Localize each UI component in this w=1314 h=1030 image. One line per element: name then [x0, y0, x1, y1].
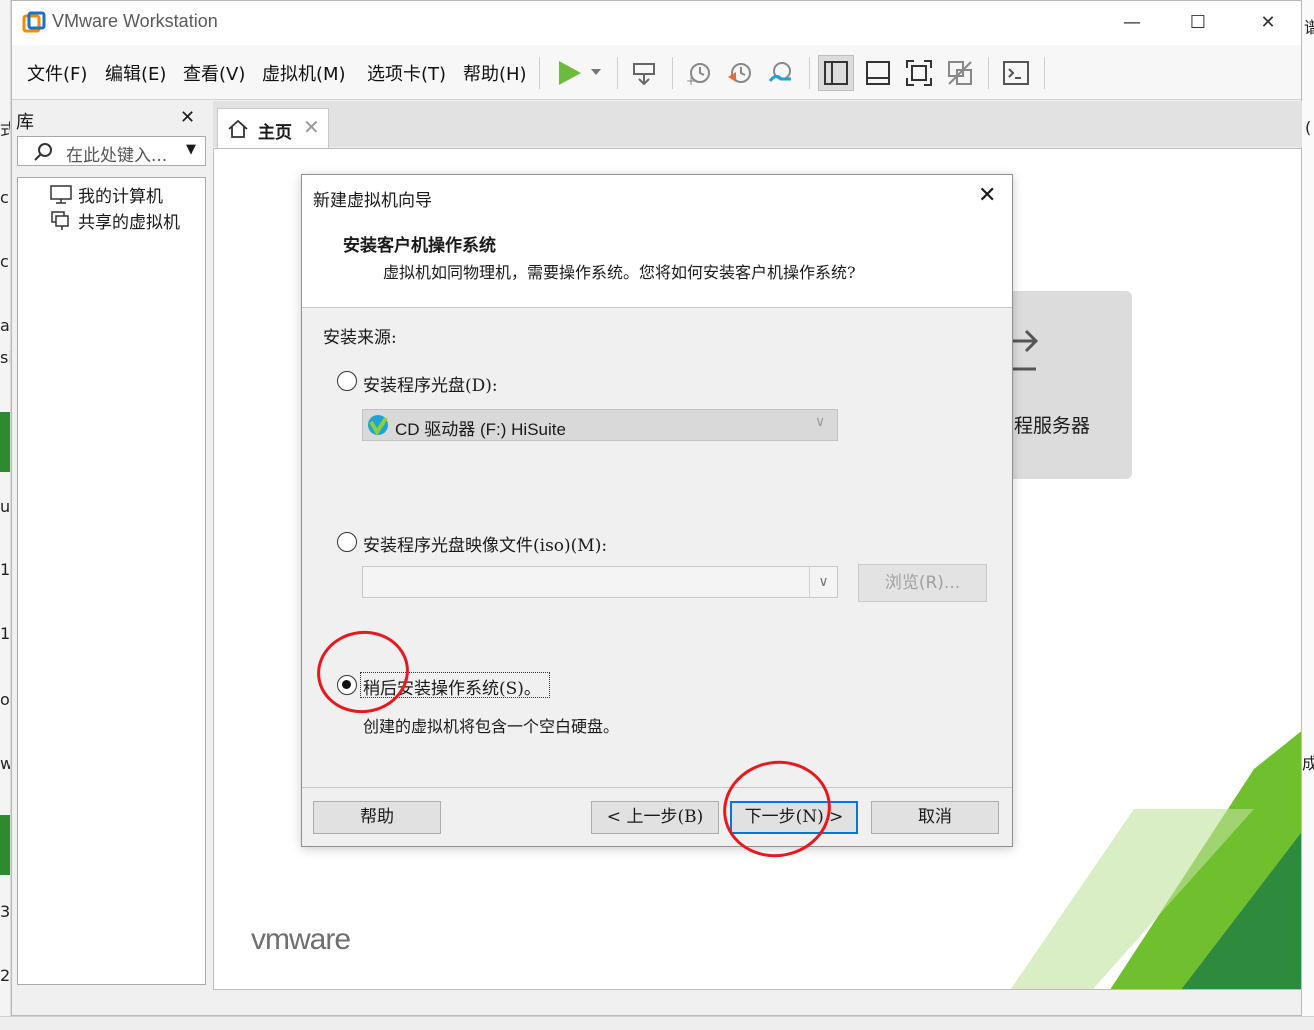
install-source-label: 安装来源: — [323, 328, 397, 348]
send-ctrl-alt-del-icon[interactable] — [626, 55, 662, 91]
background-text: ch — [0, 188, 10, 207]
menu-edit[interactable]: 编辑(E) — [105, 60, 166, 86]
vmware-logo: vmware — [251, 923, 351, 956]
cd-drive-select[interactable]: CD 驱动器 (F:) HiSuite ∨ — [362, 409, 838, 441]
tab-close-icon[interactable]: ✕ — [303, 115, 320, 139]
background-text: 谱 — [1304, 18, 1314, 37]
background-text: ac — [0, 316, 10, 335]
full-screen-icon[interactable] — [901, 55, 937, 91]
library-tree: 我的计算机 共享的虚拟机 — [17, 177, 206, 985]
library-search-input[interactable]: 在此处键入... ▼ — [17, 136, 206, 166]
library-title: 库 — [16, 112, 34, 133]
cd-drive-value: CD 驱动器 (F:) HiSuite — [395, 420, 566, 439]
console-view-icon[interactable] — [998, 55, 1034, 91]
help-button[interactable]: 帮助 — [313, 801, 441, 834]
menu-help[interactable]: 帮助(H) — [463, 60, 527, 86]
background-text: si — [0, 348, 10, 367]
radio-installer-disc-label[interactable]: 安装程序光盘(D): — [363, 371, 498, 396]
dialog-subheading: 虚拟机如同物理机，需要操作系统。您将如何安装客户机操作系统? — [383, 263, 856, 282]
unity-mode-icon[interactable] — [942, 55, 978, 91]
background-text: ch — [0, 252, 10, 271]
show-library-icon[interactable] — [818, 55, 854, 91]
toolbar-separator — [809, 57, 810, 89]
radio-iso-image-label[interactable]: 安装程序光盘映像文件(iso)(M): — [363, 531, 607, 556]
background-window-left: 式 ch ch ac si u 1( 1 os w 3 2 — [0, 0, 11, 1030]
background-green-chip — [0, 412, 10, 472]
radio-iso-image[interactable] — [337, 532, 357, 552]
toolbar-separator — [1044, 57, 1045, 89]
menu-tabs[interactable]: 选项卡(T) — [367, 60, 446, 86]
back-button[interactable]: < 上一步(B) — [591, 801, 719, 834]
snapshot-revert-icon[interactable] — [722, 55, 758, 91]
tree-item-label: 我的计算机 — [78, 187, 163, 207]
chevron-down-icon[interactable]: ∨ — [809, 567, 837, 597]
hisuite-disc-icon — [368, 415, 388, 436]
snapshot-manager-icon[interactable] — [763, 55, 799, 91]
background-text: 3 — [0, 902, 11, 921]
decorative-green-graphic — [1010, 731, 1301, 989]
background-green-chip — [0, 815, 10, 875]
background-text: 式 — [0, 116, 10, 140]
footer-divider — [302, 787, 1012, 788]
window-title: VMware Workstation — [52, 11, 218, 31]
tab-strip: 主页 ✕ — [213, 101, 1302, 148]
browse-button[interactable]: 浏览(R)... — [858, 564, 987, 602]
tree-item-label: 共享的虚拟机 — [78, 213, 180, 233]
install-later-note: 创建的虚拟机将包含一个空白硬盘。 — [363, 717, 620, 736]
cancel-button[interactable]: 取消 — [871, 801, 999, 834]
tab-label: 主页 — [258, 123, 292, 143]
background-text: 1( — [0, 560, 11, 579]
menu-view[interactable]: 查看(V) — [183, 60, 245, 86]
background-text: 1 — [0, 624, 11, 643]
background-text: u — [0, 497, 11, 516]
computer-icon — [50, 184, 72, 204]
library-panel: 库 ✕ 在此处键入... ▼ 我的计算机 共享的虚拟机 — [12, 101, 212, 991]
chevron-down-icon[interactable]: ▼ — [186, 142, 196, 157]
menu-bar: 文件(F) 编辑(E) 查看(V) 虚拟机(M) 选项卡(T) 帮助(H) + — [12, 45, 1301, 100]
background-text: 成 — [1302, 754, 1314, 773]
thumbnail-bar-icon[interactable] — [860, 55, 896, 91]
maximize-button[interactable]: ☐ — [1175, 7, 1221, 39]
background-text: os — [0, 690, 10, 709]
background-window-right: 谱 ( 成 — [1302, 0, 1314, 1030]
toolbar-separator — [988, 57, 989, 89]
radio-installer-disc[interactable] — [337, 371, 357, 391]
toolbar-separator — [539, 57, 540, 89]
chevron-down-icon[interactable]: ∨ — [815, 414, 825, 430]
home-icon — [228, 119, 248, 138]
search-icon — [34, 143, 52, 161]
search-placeholder: 在此处键入... — [66, 146, 168, 166]
background-text: ( — [1305, 118, 1312, 137]
dialog-header: 新建虚拟机向导 ✕ 安装客户机操作系统 虚拟机如同物理机，需要操作系统。您将如何… — [302, 175, 1012, 308]
minimize-button[interactable]: — — [1109, 7, 1155, 39]
background-text: 2 — [0, 966, 11, 985]
iso-path-combobox[interactable]: ∨ — [362, 566, 838, 598]
close-window-button[interactable]: ✕ — [1245, 7, 1291, 39]
connect-remote-server-card[interactable] — [1004, 291, 1132, 479]
taskbar-edge — [0, 1016, 1314, 1030]
tree-item-shared-vms[interactable]: 共享的虚拟机 — [50, 208, 180, 233]
title-bar: VMware Workstation — ☐ ✕ — [12, 1, 1301, 45]
tree-item-my-computer[interactable]: 我的计算机 — [50, 182, 163, 207]
vmware-app-icon — [22, 11, 46, 33]
power-on-icon[interactable] — [550, 55, 606, 91]
library-close-icon[interactable]: ✕ — [180, 107, 195, 128]
svg-text:+: + — [686, 74, 696, 87]
shared-vm-icon — [51, 210, 69, 230]
toolbar-separator — [672, 57, 673, 89]
background-text: w — [0, 754, 10, 773]
connect-remote-server-label: 程服务器 — [1014, 415, 1091, 437]
dialog-heading: 安装客户机操作系统 — [343, 236, 496, 256]
new-vm-wizard-dialog: 新建虚拟机向导 ✕ 安装客户机操作系统 虚拟机如同物理机，需要操作系统。您将如何… — [301, 174, 1013, 847]
menu-file[interactable]: 文件(F) — [27, 60, 87, 86]
tab-home[interactable]: 主页 ✕ — [217, 108, 329, 148]
dialog-close-icon[interactable]: ✕ — [978, 183, 996, 208]
toolbar-separator — [617, 57, 618, 89]
dialog-title: 新建虚拟机向导 — [313, 191, 432, 211]
menu-vm[interactable]: 虚拟机(M) — [262, 60, 346, 86]
snapshot-take-icon[interactable]: + — [681, 55, 717, 91]
